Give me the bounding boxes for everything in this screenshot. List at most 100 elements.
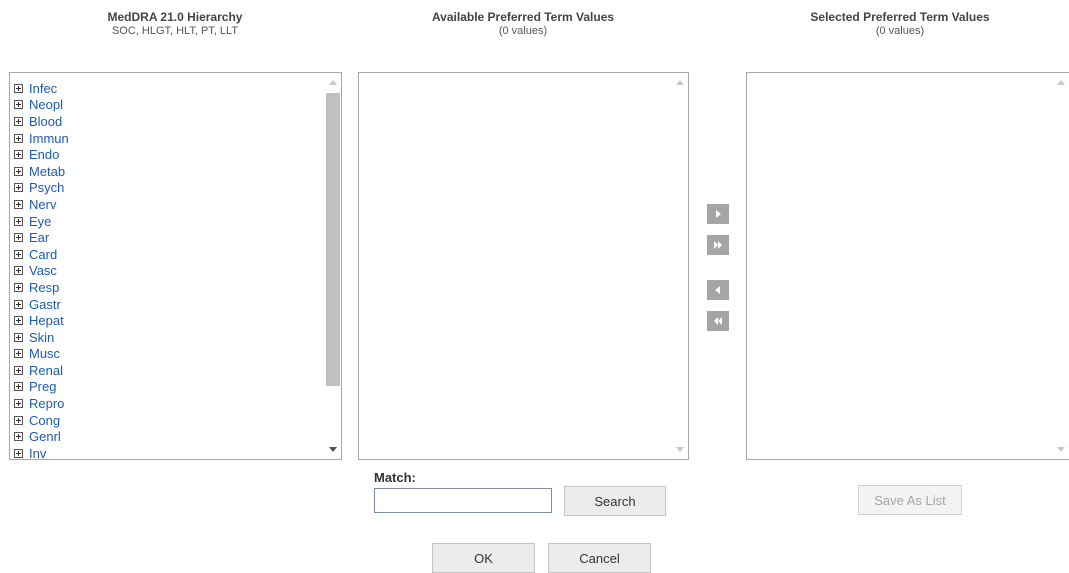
tree-item: Preg (14, 379, 341, 396)
expand-plus-icon[interactable] (14, 316, 23, 326)
expand-plus-icon[interactable] (14, 249, 23, 259)
move-right-icon (716, 210, 721, 218)
tree-item: Resp (14, 279, 341, 296)
tree-item: Inv (14, 445, 341, 462)
scroll-up-arrow-icon[interactable] (329, 80, 337, 85)
tree-item-link[interactable]: Cong (29, 413, 60, 428)
tree-item-link[interactable]: Metab (29, 164, 65, 179)
tree-item: Endo (14, 146, 341, 163)
expand-plus-icon[interactable] (14, 349, 23, 359)
scroll-down-arrow-icon[interactable] (1057, 447, 1065, 452)
selected-header: Selected Preferred Term Values (0 values… (750, 10, 1050, 37)
tree-item-link[interactable]: Resp (29, 280, 59, 295)
tree-item-link[interactable]: Infec (29, 81, 57, 96)
expand-plus-icon[interactable] (14, 415, 23, 425)
scrollbar-thumb[interactable] (326, 93, 340, 386)
expand-plus-icon[interactable] (14, 233, 23, 243)
move-right-button[interactable] (707, 204, 729, 224)
tree-item-link[interactable]: Skin (29, 330, 54, 345)
scroll-down-arrow-icon[interactable] (676, 447, 684, 452)
expand-plus-icon[interactable] (14, 399, 23, 409)
tree-item: Gastr (14, 296, 341, 313)
expand-plus-icon[interactable] (14, 365, 23, 375)
selected-values-list[interactable] (746, 72, 1069, 460)
move-all-left-button[interactable] (707, 311, 729, 331)
expand-plus-icon[interactable] (14, 83, 23, 93)
hierarchy-tree: Infec Neopl Blood Immun Endo Metab Psych Nerv Ey… (10, 73, 341, 462)
tree-item-link[interactable]: Ear (29, 230, 49, 245)
tree-item: Skin (14, 329, 341, 346)
tree-item-link[interactable]: Psych (29, 180, 64, 195)
hierarchy-header: MedDRA 21.0 Hierarchy SOC, HLGT, HLT, PT… (60, 10, 290, 37)
hierarchy-title: MedDRA 21.0 Hierarchy (107, 10, 243, 24)
move-left-icon (715, 286, 720, 294)
expand-plus-icon[interactable] (14, 216, 23, 226)
tree-item-link[interactable]: Card (29, 247, 57, 262)
expand-plus-icon[interactable] (14, 133, 23, 143)
move-all-right-icon (714, 241, 722, 249)
tree-item: Nerv (14, 196, 341, 213)
move-all-right-button[interactable] (707, 235, 729, 255)
hierarchy-scrollbar[interactable] (324, 73, 341, 459)
available-title: Available Preferred Term Values (431, 10, 615, 24)
tree-item-link[interactable]: Vasc (29, 263, 57, 278)
search-button[interactable]: Search (564, 486, 666, 516)
expand-plus-icon[interactable] (14, 282, 23, 292)
expand-plus-icon[interactable] (14, 150, 23, 160)
match-label: Match: (374, 470, 416, 485)
tree-item-link[interactable]: Genrl (29, 429, 61, 444)
move-all-left-icon (714, 317, 722, 325)
available-header: Available Preferred Term Values (0 value… (358, 10, 688, 37)
tree-item-link[interactable]: Renal (29, 363, 63, 378)
tree-item-link[interactable]: Preg (29, 379, 56, 394)
tree-item-link[interactable]: Eye (29, 214, 51, 229)
scroll-down-arrow-icon[interactable] (329, 447, 337, 452)
expand-plus-icon[interactable] (14, 266, 23, 276)
hierarchy-tree-panel[interactable]: Infec Neopl Blood Immun Endo Metab Psych Nerv Ey… (9, 72, 342, 462)
tree-item-link[interactable]: Inv (29, 446, 46, 461)
tree-item-link[interactable]: Neopl (29, 97, 63, 112)
expand-plus-icon[interactable] (14, 199, 23, 209)
match-input[interactable] (374, 488, 552, 513)
tree-item: Vasc (14, 263, 341, 280)
tree-item: Blood (14, 113, 341, 130)
expand-plus-icon[interactable] (14, 448, 23, 458)
tree-item-link[interactable]: Repro (29, 396, 64, 411)
expand-plus-icon[interactable] (14, 100, 23, 110)
tree-item: Card (14, 246, 341, 263)
available-scrollbar[interactable] (671, 73, 688, 459)
selected-scrollbar[interactable] (1052, 73, 1069, 459)
tree-item: Renal (14, 362, 341, 379)
selected-title: Selected Preferred Term Values (810, 10, 990, 24)
move-left-button[interactable] (707, 280, 729, 300)
expand-plus-icon[interactable] (14, 332, 23, 342)
tree-item: Musc (14, 346, 341, 363)
tree-item-link[interactable]: Immun (29, 131, 69, 146)
tree-item: Metab (14, 163, 341, 180)
tree-item-link[interactable]: Hepat (29, 313, 64, 328)
tree-item-link[interactable]: Gastr (29, 297, 61, 312)
expand-plus-icon[interactable] (14, 299, 23, 309)
tree-item: Immun (14, 130, 341, 147)
save-as-list-button[interactable]: Save As List (858, 485, 962, 515)
tree-item-link[interactable]: Nerv (29, 197, 56, 212)
available-values-list[interactable] (358, 72, 689, 460)
tree-item: Eye (14, 213, 341, 230)
tree-item-link[interactable]: Musc (29, 346, 60, 361)
tree-item: Psych (14, 180, 341, 197)
tree-item: Cong (14, 412, 341, 429)
expand-plus-icon[interactable] (14, 432, 23, 442)
available-count: (0 values) (498, 25, 548, 37)
expand-plus-icon[interactable] (14, 166, 23, 176)
tree-item: Infec (14, 80, 341, 97)
selected-count: (0 values) (875, 25, 925, 37)
tree-item: Neopl (14, 97, 341, 114)
expand-plus-icon[interactable] (14, 382, 23, 392)
scroll-up-arrow-icon[interactable] (1057, 80, 1065, 85)
expand-plus-icon[interactable] (14, 116, 23, 126)
tree-item-link[interactable]: Endo (29, 147, 59, 162)
tree-item-link[interactable]: Blood (29, 114, 62, 129)
scroll-up-arrow-icon[interactable] (676, 80, 684, 85)
tree-item: Repro (14, 395, 341, 412)
expand-plus-icon[interactable] (14, 183, 23, 193)
